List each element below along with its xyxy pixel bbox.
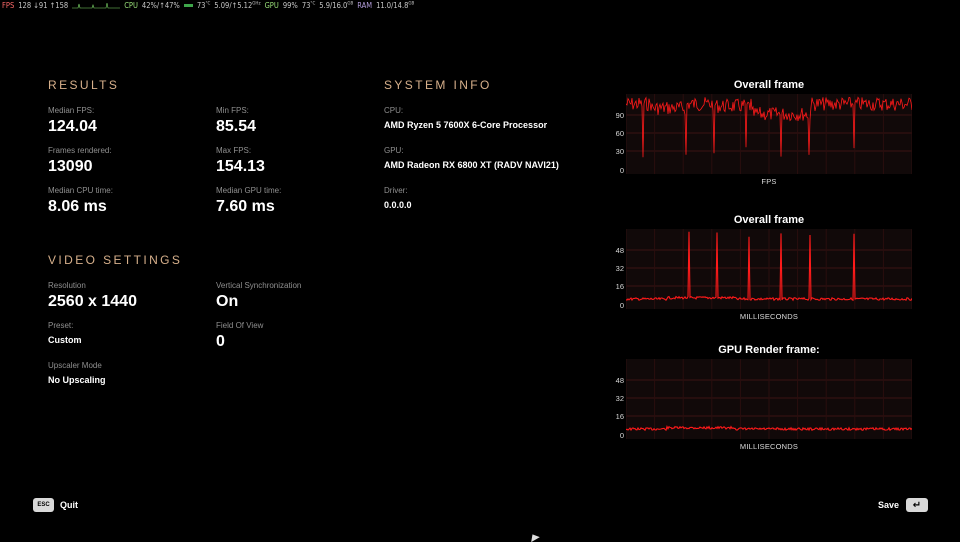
gpu-info-value: AMD Radeon RX 6800 XT (RADV NAVI21) (384, 160, 559, 170)
overlay-gpu-mem: 5.9/16.0GB (319, 1, 354, 10)
frametime-graph-plot (626, 229, 912, 309)
median-gpu-time-value: 7.60 ms (216, 198, 275, 215)
median-gpu-time-stat: Median GPU time: 7.60 ms (216, 186, 281, 217)
median-fps-value: 124.04 (48, 118, 97, 135)
fps-graph-title: Overall frame (733, 79, 805, 91)
fps-graph (626, 94, 912, 174)
fps-ytick-30: 30 (615, 147, 624, 156)
performance-overlay: FPS 128 ↓91 ↑158 CPU 42%/↑47% 73°C 5.09/… (2, 0, 414, 11)
upscaler-setting: Upscaler Mode No Upscaling (48, 361, 106, 386)
gpu-ytick-0: 0 (619, 431, 624, 440)
cpu-info: CPU: AMD Ryzen 5 7600X 6-Core Processor (384, 106, 547, 131)
max-fps-value: 154.13 (216, 158, 265, 175)
overlay-ram-values: 11.0/14.8GB (376, 1, 415, 10)
results-heading: RESULTS (48, 78, 120, 92)
vsync-setting: Vertical Synchronization On (216, 281, 301, 312)
cpu-info-label: CPU: (384, 106, 404, 115)
upscaler-value: No Upscaling (48, 375, 106, 385)
overlay-cpu-clock: 5.09/↑5.12GHz (214, 1, 261, 10)
vsync-value: On (216, 293, 239, 310)
preset-label: Preset: (48, 321, 74, 330)
fps-ytick-0: 0 (619, 166, 624, 175)
gpu-info-label: GPU: (384, 146, 404, 155)
frametime-ytick-32: 32 (615, 264, 624, 273)
gpu-ytick-16: 16 (615, 412, 624, 421)
median-fps-label: Median FPS: (48, 106, 95, 115)
overlay-cpu-temp: 73°C (196, 1, 211, 10)
resolution-value: 2560 x 1440 (48, 293, 137, 310)
fps-graph-plot (626, 94, 912, 174)
overlay-cpu-label: CPU (124, 1, 138, 10)
preset-setting: Preset: Custom (48, 321, 82, 346)
save-button[interactable]: Save (878, 500, 899, 510)
upscaler-label: Upscaler Mode (48, 361, 102, 370)
gpu-ytick-48: 48 (615, 376, 624, 385)
frametime-ytick-48: 48 (615, 246, 624, 255)
max-fps-label: Max FPS: (216, 146, 252, 155)
driver-info: Driver: 0.0.0.0 (384, 186, 412, 211)
fps-graph-xlabel: FPS (761, 177, 777, 186)
frametime-ytick-0: 0 (619, 301, 624, 310)
system-info-heading: SYSTEM INFO (384, 78, 492, 92)
frames-rendered-stat: Frames rendered: 13090 (48, 146, 112, 177)
cpu-info-value: AMD Ryzen 5 7600X 6-Core Processor (384, 120, 548, 130)
fps-ytick-60: 60 (615, 129, 624, 138)
enter-key-icon[interactable]: ↵ (906, 498, 928, 512)
gpu-info: GPU: AMD Radeon RX 6800 XT (RADV NAVI21) (384, 146, 559, 171)
median-fps-stat: Median FPS: 124.04 (48, 106, 97, 137)
esc-key-icon[interactable]: ESC (33, 498, 54, 512)
frametime-graph-xlabel: MILLISECONDS (739, 312, 799, 321)
median-cpu-time-value: 8.06 ms (48, 198, 107, 215)
overlay-cpu-values: 42%/↑47% (141, 1, 180, 10)
fov-value: 0 (216, 333, 225, 350)
overlay-gpu-label: GPU (264, 1, 279, 10)
overlay-ram-label: RAM (357, 1, 373, 10)
fov-setting: Field Of View 0 (216, 321, 263, 352)
gpu-ytick-32: 32 (615, 394, 624, 403)
mouse-cursor-icon (528, 531, 540, 542)
frames-rendered-value: 13090 (48, 158, 93, 175)
video-settings-heading: VIDEO SETTINGS (48, 253, 183, 267)
overlay-cpu-bar (183, 4, 193, 7)
min-fps-stat: Min FPS: 85.54 (216, 106, 256, 137)
max-fps-stat: Max FPS: 154.13 (216, 146, 265, 177)
fps-ytick-90: 90 (615, 111, 624, 120)
driver-info-label: Driver: (384, 186, 408, 195)
resolution-setting: Resolution 2560 x 1440 (48, 281, 137, 312)
overlay-fps-label: FPS (2, 1, 15, 10)
driver-info-value: 0.0.0.0 (384, 200, 412, 210)
median-cpu-time-label: Median CPU time: (48, 186, 113, 195)
overlay-frametime-graph (72, 2, 121, 8)
frames-rendered-label: Frames rendered: (48, 146, 112, 155)
quit-button[interactable]: Quit (60, 500, 78, 510)
overlay-gpu-values: 99% (282, 1, 298, 10)
gpu-render-graph-title: GPU Render frame: (718, 344, 820, 356)
min-fps-value: 85.54 (216, 118, 257, 135)
gpu-render-graph (626, 359, 912, 439)
median-cpu-time-stat: Median CPU time: 8.06 ms (48, 186, 113, 217)
gpu-render-graph-xlabel: MILLISECONDS (739, 442, 799, 451)
frametime-graph-title: Overall frame (733, 214, 805, 226)
preset-value: Custom (48, 335, 82, 345)
overlay-fps-values: 128 ↓91 ↑158 (18, 1, 69, 10)
frametime-ytick-16: 16 (615, 282, 624, 291)
overlay-gpu-temp: 73°C (301, 1, 316, 10)
frametime-graph (626, 229, 912, 309)
median-gpu-time-label: Median GPU time: (216, 186, 282, 195)
vsync-label: Vertical Synchronization (216, 281, 302, 290)
gpu-render-graph-plot (626, 359, 912, 439)
resolution-label: Resolution (48, 281, 86, 290)
fov-label: Field Of View (216, 321, 264, 330)
min-fps-label: Min FPS: (216, 106, 249, 115)
